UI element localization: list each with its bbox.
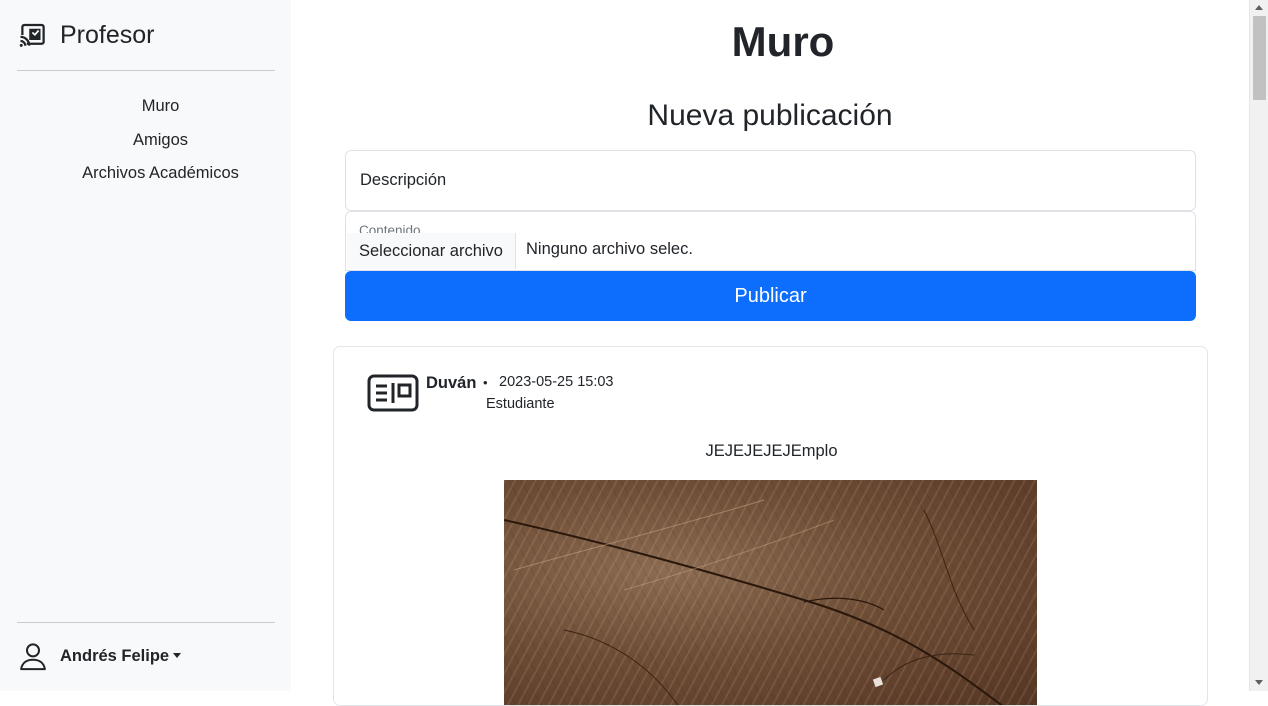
file-status: Ninguno archivo selec.: [526, 240, 693, 258]
sidebar-link-muro[interactable]: Muro: [142, 97, 180, 116]
new-post-heading: Nueva publicación: [647, 99, 893, 132]
wood-crack-pattern: [504, 499, 1003, 705]
id-card-icon: [367, 374, 419, 412]
divider: [17, 70, 275, 71]
separator-dot: •: [483, 375, 488, 390]
user-name-label: Andrés Felipe: [60, 646, 170, 665]
user-menu[interactable]: Andrés Felipe: [18, 641, 182, 671]
person-icon: [20, 643, 46, 671]
main-content: Muro Nueva publicación Descripción Conte…: [291, 0, 1249, 706]
divider: [17, 622, 275, 623]
post-image[interactable]: [504, 480, 1037, 705]
brand-title: Profesor: [60, 20, 155, 49]
caret-down-icon: [173, 652, 182, 658]
select-file-button[interactable]: Seleccionar archivo: [347, 233, 516, 269]
scroll-down-icon[interactable]: [1255, 680, 1263, 685]
description-input[interactable]: Descripción: [345, 150, 1196, 211]
user-name[interactable]: Andrés Felipe: [60, 646, 182, 666]
brand-link[interactable]: Profesor: [18, 20, 154, 50]
description-placeholder: Descripción: [360, 171, 447, 189]
sidebar-item-archivos: Archivos Académicos: [17, 157, 304, 191]
scroll-up-icon[interactable]: [1255, 5, 1263, 10]
sidebar-item-muro: Muro: [17, 90, 304, 124]
sidebar: Profesor Muro Amigos Archivos Académicos…: [0, 0, 291, 691]
post-author[interactable]: Duván: [426, 374, 476, 393]
scrollbar[interactable]: [1249, 0, 1268, 691]
sidebar-item-amigos: Amigos: [17, 124, 304, 158]
sidebar-nav: Muro Amigos Archivos Académicos: [17, 90, 304, 191]
post-date: 2023-05-25 15:03: [499, 374, 614, 390]
post-role: Estudiante: [486, 396, 555, 412]
page-title: Muro: [731, 18, 835, 65]
cast-connected-icon: [19, 23, 45, 48]
file-input[interactable]: Contenido Seleccionar archivo Ninguno ar…: [345, 211, 1196, 271]
publish-button[interactable]: Publicar: [345, 271, 1196, 321]
post-text: JEJEJEJEJEmplo: [705, 442, 838, 460]
scrollbar-thumb[interactable]: [1253, 16, 1266, 100]
sidebar-link-amigos[interactable]: Amigos: [133, 131, 188, 150]
sidebar-link-archivos[interactable]: Archivos Académicos: [82, 164, 239, 183]
post-card: Duván • 2023-05-25 15:03 Estudiante JEJE…: [333, 346, 1208, 706]
